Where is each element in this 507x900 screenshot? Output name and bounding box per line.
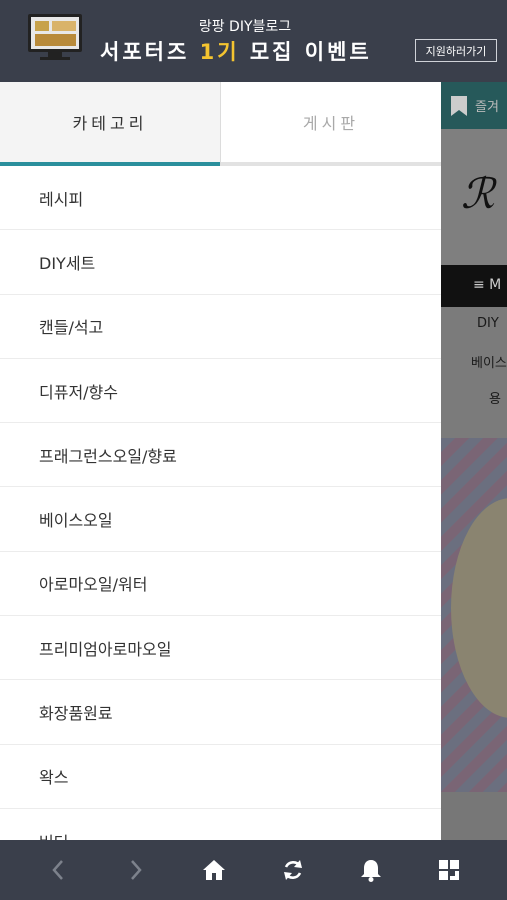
banner-title-part2: 모집 이벤트 [239,40,372,64]
banner-title: 서포터즈 1기 모집 이벤트 [100,36,372,66]
bg-footer [441,792,507,840]
list-item[interactable]: 베이스오일 [0,487,441,552]
list-item[interactable]: 버터 [0,809,441,840]
banner-title-highlight: 1기 [199,40,240,64]
back-icon[interactable] [42,854,74,886]
event-banner[interactable]: 랑팡 DIY블로그 서포터즈 1기 모집 이벤트 지원하러가기 [0,0,507,82]
list-item[interactable]: 화장품원료 [0,680,441,745]
menu-label: ≡ M [473,277,502,293]
hero-image [441,438,507,792]
bell-icon[interactable] [355,854,387,886]
list-item[interactable]: 왁스 [0,745,441,809]
drawer-tabs: 카테고리 게시판 [0,82,441,166]
bg-row-label: 베이스 [471,356,507,371]
background-page: 즐겨 ℛ ≡ M DIY 베이스 용 [441,82,507,840]
forward-icon[interactable] [120,854,152,886]
banner-subtitle: 랑팡 DIY블로그 [198,19,292,35]
bookmark-icon [451,96,467,116]
apply-button[interactable]: 지원하러가기 [415,39,497,62]
tab-board[interactable]: 게시판 [220,82,441,166]
refresh-icon[interactable] [277,854,309,886]
monitor-icon [28,14,82,60]
list-item[interactable]: 캔들/석고 [0,295,441,359]
banner-title-part1: 서포터즈 [100,40,200,64]
bg-row: 베이스 [441,343,507,380]
list-item[interactable]: 레시피 [0,166,441,231]
bg-row-label: DIY [477,316,499,331]
list-item[interactable]: 디퓨저/향수 [0,359,441,424]
bg-row: 용 [441,379,507,439]
site-logo: ℛ [441,129,507,265]
favorites-bar[interactable]: 즐겨 [441,82,507,129]
list-item[interactable]: 아로마오일/워터 [0,552,441,617]
bg-row-label: 용 [489,392,501,407]
category-list: 레시피 DIY세트 캔들/석고 디퓨저/향수 프래그런스오일/향료 베이스오일 … [0,166,441,840]
list-item[interactable]: 프리미엄아로마오일 [0,616,441,681]
category-drawer: 카테고리 게시판 레시피 DIY세트 캔들/석고 디퓨저/향수 프래그런스오일/… [0,82,441,840]
tab-category[interactable]: 카테고리 [0,82,220,166]
grid-icon[interactable] [433,854,465,886]
bg-row: DIY [441,307,507,344]
menu-bar[interactable]: ≡ M [441,265,507,307]
home-icon[interactable] [198,854,230,886]
list-item[interactable]: 프래그런스오일/향료 [0,423,441,488]
list-item[interactable]: DIY세트 [0,230,441,295]
favorites-label: 즐겨 [475,100,499,115]
bottom-nav-bar [0,840,507,900]
